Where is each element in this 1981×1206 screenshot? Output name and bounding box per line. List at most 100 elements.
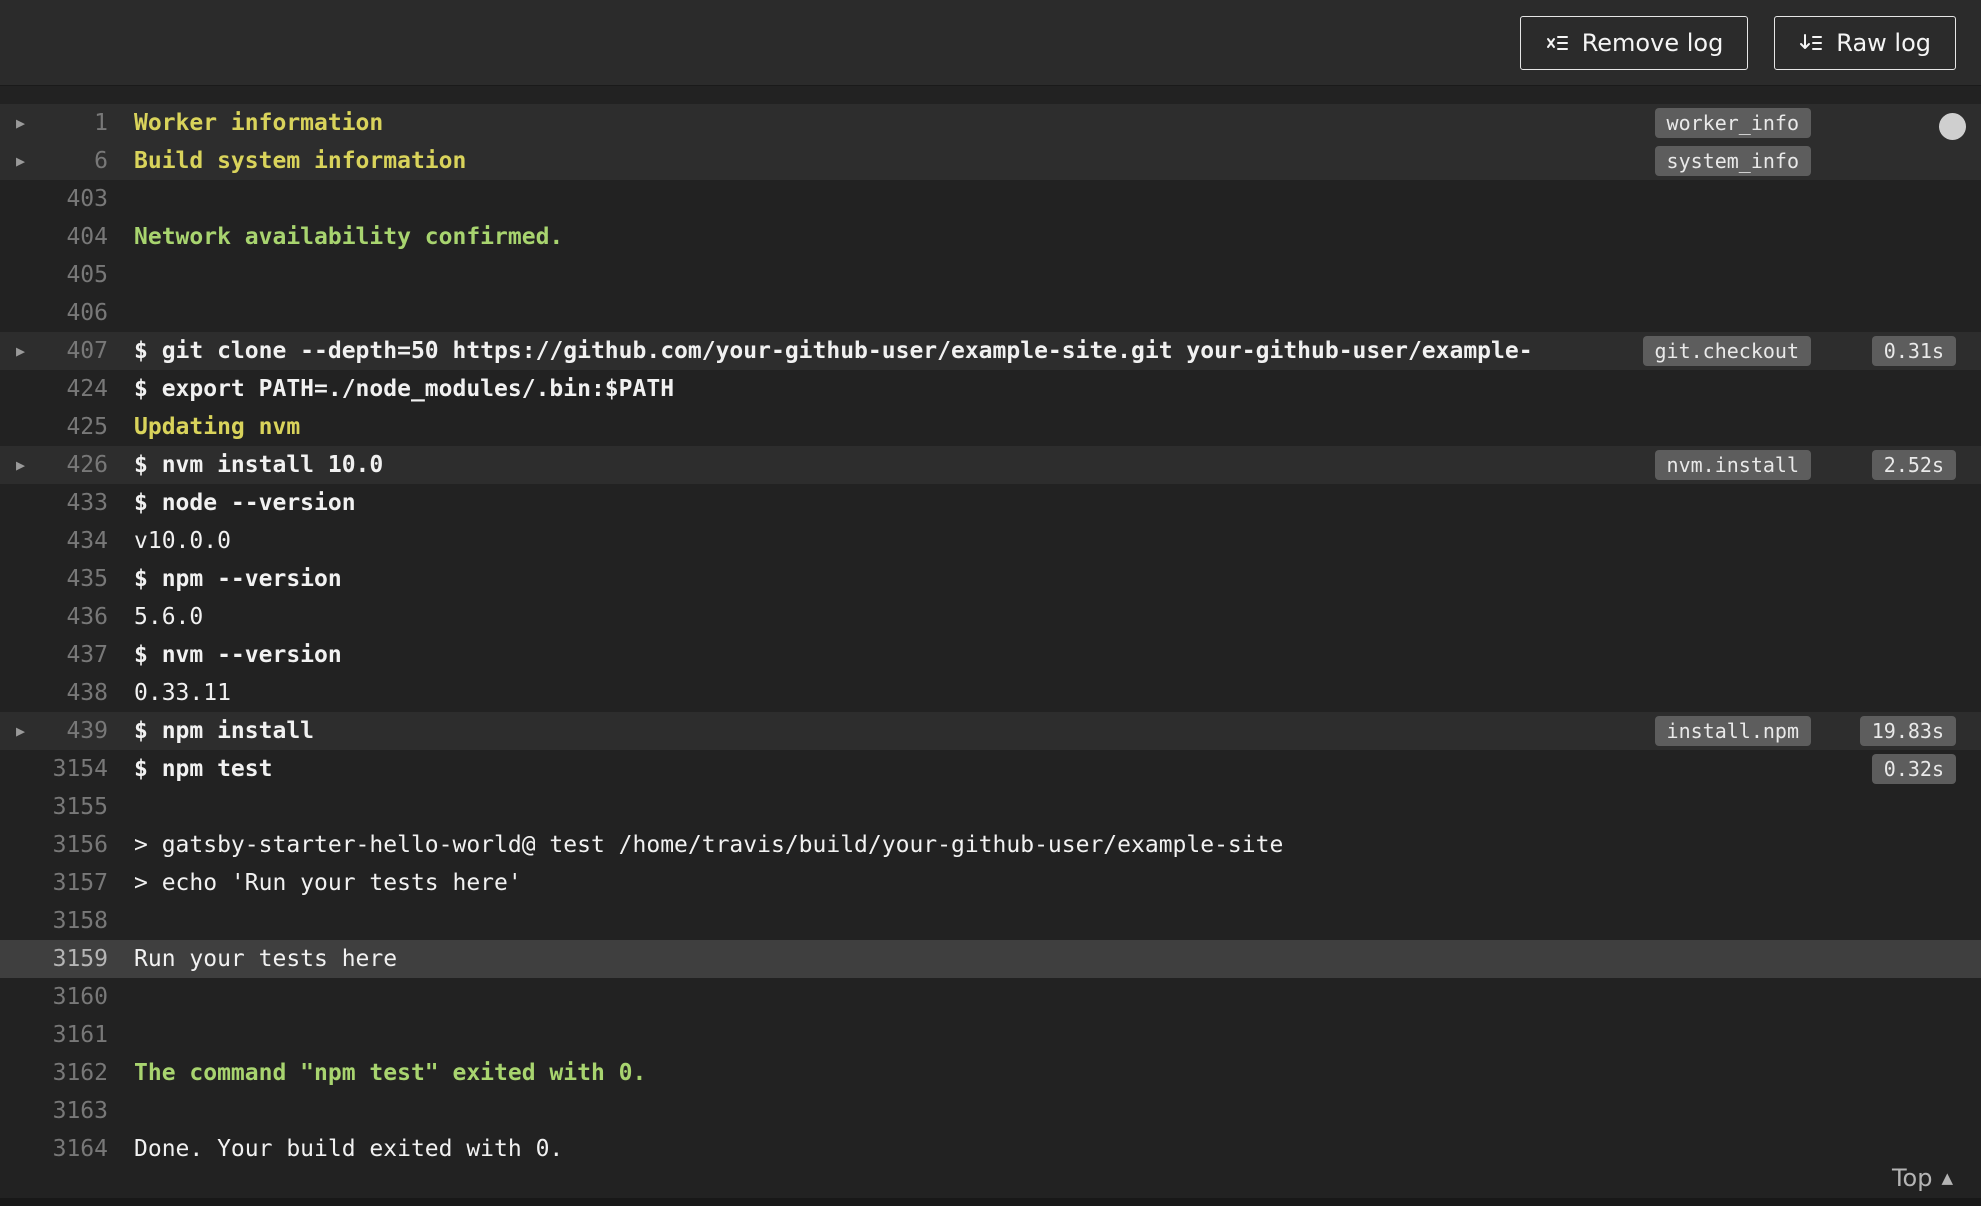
line-number[interactable]: 407 xyxy=(44,338,108,364)
line-number[interactable]: 3154 xyxy=(44,756,108,782)
log-line: ▶ 403 xyxy=(0,180,1981,218)
log-line: ▶ 406 xyxy=(0,294,1981,332)
log-line: ▶ 3162 The command "npm test" exited wit… xyxy=(0,1054,1981,1092)
duration-badge: 2.52s xyxy=(1871,450,1956,480)
line-number[interactable]: 3156 xyxy=(44,832,108,858)
log-line: ▶ 3164 Done. Your build exited with 0. xyxy=(0,1130,1981,1168)
log-line: ▶ 1 Worker information worker_info xyxy=(0,104,1981,142)
log-line: ▶ 439 $ npm install install.npm 19.83s xyxy=(0,712,1981,750)
line-text: Worker information xyxy=(134,110,384,136)
line-number[interactable]: 1 xyxy=(44,110,108,136)
line-number[interactable]: 438 xyxy=(44,680,108,706)
log-line: ▶ 424 $ export PATH=./node_modules/.bin:… xyxy=(0,370,1981,408)
line-number[interactable]: 3161 xyxy=(44,1022,108,1048)
duration-badge: 0.31s xyxy=(1871,336,1956,366)
line-text: > gatsby-starter-hello-world@ test /home… xyxy=(134,832,1284,858)
fold-arrow-icon[interactable]: ▶ xyxy=(0,342,44,360)
line-text: Done. Your build exited with 0. xyxy=(134,1136,564,1162)
raw-log-label: Raw log xyxy=(1836,28,1931,57)
duration-badge: 19.83s xyxy=(1859,716,1956,746)
bottom-bar xyxy=(0,1198,1981,1206)
line-number[interactable]: 426 xyxy=(44,452,108,478)
line-text: 5.6.0 xyxy=(134,604,204,630)
log-line: ▶ 3160 xyxy=(0,978,1981,1016)
log-line: ▶ 435 $ npm --version xyxy=(0,560,1981,598)
stage-badge: install.npm xyxy=(1654,716,1811,746)
line-text: $ export PATH=./node_modules/.bin:$PATH xyxy=(134,376,675,402)
stage-badge: nvm.install xyxy=(1654,450,1811,480)
fold-arrow-icon[interactable]: ▶ xyxy=(0,456,44,474)
stage-badge: system_info xyxy=(1654,146,1811,176)
line-text: Run your tests here xyxy=(134,946,398,972)
log-line: ▶ 436 5.6.0 xyxy=(0,598,1981,636)
remove-log-button[interactable]: Remove log xyxy=(1519,15,1749,70)
line-number[interactable]: 424 xyxy=(44,376,108,402)
line-text: Network availability confirmed. xyxy=(134,224,564,250)
line-text: 0.33.11 xyxy=(134,680,231,706)
line-text: Build system information xyxy=(134,148,467,174)
line-number[interactable]: 3155 xyxy=(44,794,108,820)
line-number[interactable]: 439 xyxy=(44,718,108,744)
line-number[interactable]: 433 xyxy=(44,490,108,516)
scroll-to-top-link[interactable]: Top ▲ xyxy=(1892,1164,1953,1192)
fold-arrow-icon[interactable]: ▶ xyxy=(0,152,44,170)
log-line: ▶ 3157 > echo 'Run your tests here' xyxy=(0,864,1981,902)
top-label: Top xyxy=(1891,1164,1933,1192)
line-number[interactable]: 3162 xyxy=(44,1060,108,1086)
log-line: ▶ 434 v10.0.0 xyxy=(0,522,1981,560)
log-line: ▶ 433 $ node --version xyxy=(0,484,1981,522)
line-number[interactable]: 436 xyxy=(44,604,108,630)
line-text: $ npm test xyxy=(134,756,273,782)
log-line: ▶ 3159 Run your tests here xyxy=(0,940,1981,978)
line-text: $ nvm install 10.0 xyxy=(134,452,384,478)
line-number[interactable]: 406 xyxy=(44,300,108,326)
line-number[interactable]: 405 xyxy=(44,262,108,288)
fold-arrow-icon[interactable]: ▶ xyxy=(0,722,44,740)
duration-badge: 0.32s xyxy=(1871,754,1956,784)
log-line: ▶ 3155 xyxy=(0,788,1981,826)
log-line: ▶ 3154 $ npm test 0.32s xyxy=(0,750,1981,788)
log-line: ▶ 405 xyxy=(0,256,1981,294)
line-number[interactable]: 437 xyxy=(44,642,108,668)
line-text: $ node --version xyxy=(134,490,356,516)
line-number[interactable]: 403 xyxy=(44,186,108,212)
stage-badge: git.checkout xyxy=(1642,336,1811,366)
line-number[interactable]: 404 xyxy=(44,224,108,250)
line-number[interactable]: 3164 xyxy=(44,1136,108,1162)
log-line: ▶ 3161 xyxy=(0,1016,1981,1054)
raw-log-button[interactable]: Raw log xyxy=(1774,15,1956,70)
line-text: $ git clone --depth=50 https://github.co… xyxy=(134,338,1533,364)
remove-log-icon xyxy=(1545,31,1569,55)
log-lines: ▶ 1 Worker information worker_info ▶ 6 B… xyxy=(0,86,1981,1168)
log-line: ▶ 425 Updating nvm xyxy=(0,408,1981,446)
line-text: v10.0.0 xyxy=(134,528,231,554)
log-line: ▶ 407 $ git clone --depth=50 https://git… xyxy=(0,332,1981,370)
log-line: ▶ 437 $ nvm --version xyxy=(0,636,1981,674)
line-text: $ nvm --version xyxy=(134,642,342,668)
line-text: $ npm install xyxy=(134,718,315,744)
line-number[interactable]: 425 xyxy=(44,414,108,440)
log-line: ▶ 3156 > gatsby-starter-hello-world@ tes… xyxy=(0,826,1981,864)
top-arrow-icon: ▲ xyxy=(1941,1169,1953,1187)
line-number[interactable]: 435 xyxy=(44,566,108,592)
raw-log-icon xyxy=(1799,31,1823,55)
line-number[interactable]: 3159 xyxy=(44,946,108,972)
log-line: ▶ 3163 xyxy=(0,1092,1981,1130)
line-number[interactable]: 3160 xyxy=(44,984,108,1010)
line-text: $ npm --version xyxy=(134,566,342,592)
log-line: ▶ 404 Network availability confirmed. xyxy=(0,218,1981,256)
line-number[interactable]: 3163 xyxy=(44,1098,108,1124)
line-text: Updating nvm xyxy=(134,414,301,440)
line-number[interactable]: 434 xyxy=(44,528,108,554)
log-line: ▶ 3158 xyxy=(0,902,1981,940)
line-text: > echo 'Run your tests here' xyxy=(134,870,522,896)
line-number[interactable]: 3158 xyxy=(44,908,108,934)
line-text: The command "npm test" exited with 0. xyxy=(134,1060,647,1086)
scrollbar-thumb[interactable] xyxy=(1939,113,1966,140)
remove-log-label: Remove log xyxy=(1581,28,1724,57)
log-line: ▶ 6 Build system information system_info xyxy=(0,142,1981,180)
line-number[interactable]: 6 xyxy=(44,148,108,174)
fold-arrow-icon[interactable]: ▶ xyxy=(0,114,44,132)
log-line: ▶ 438 0.33.11 xyxy=(0,674,1981,712)
line-number[interactable]: 3157 xyxy=(44,870,108,896)
